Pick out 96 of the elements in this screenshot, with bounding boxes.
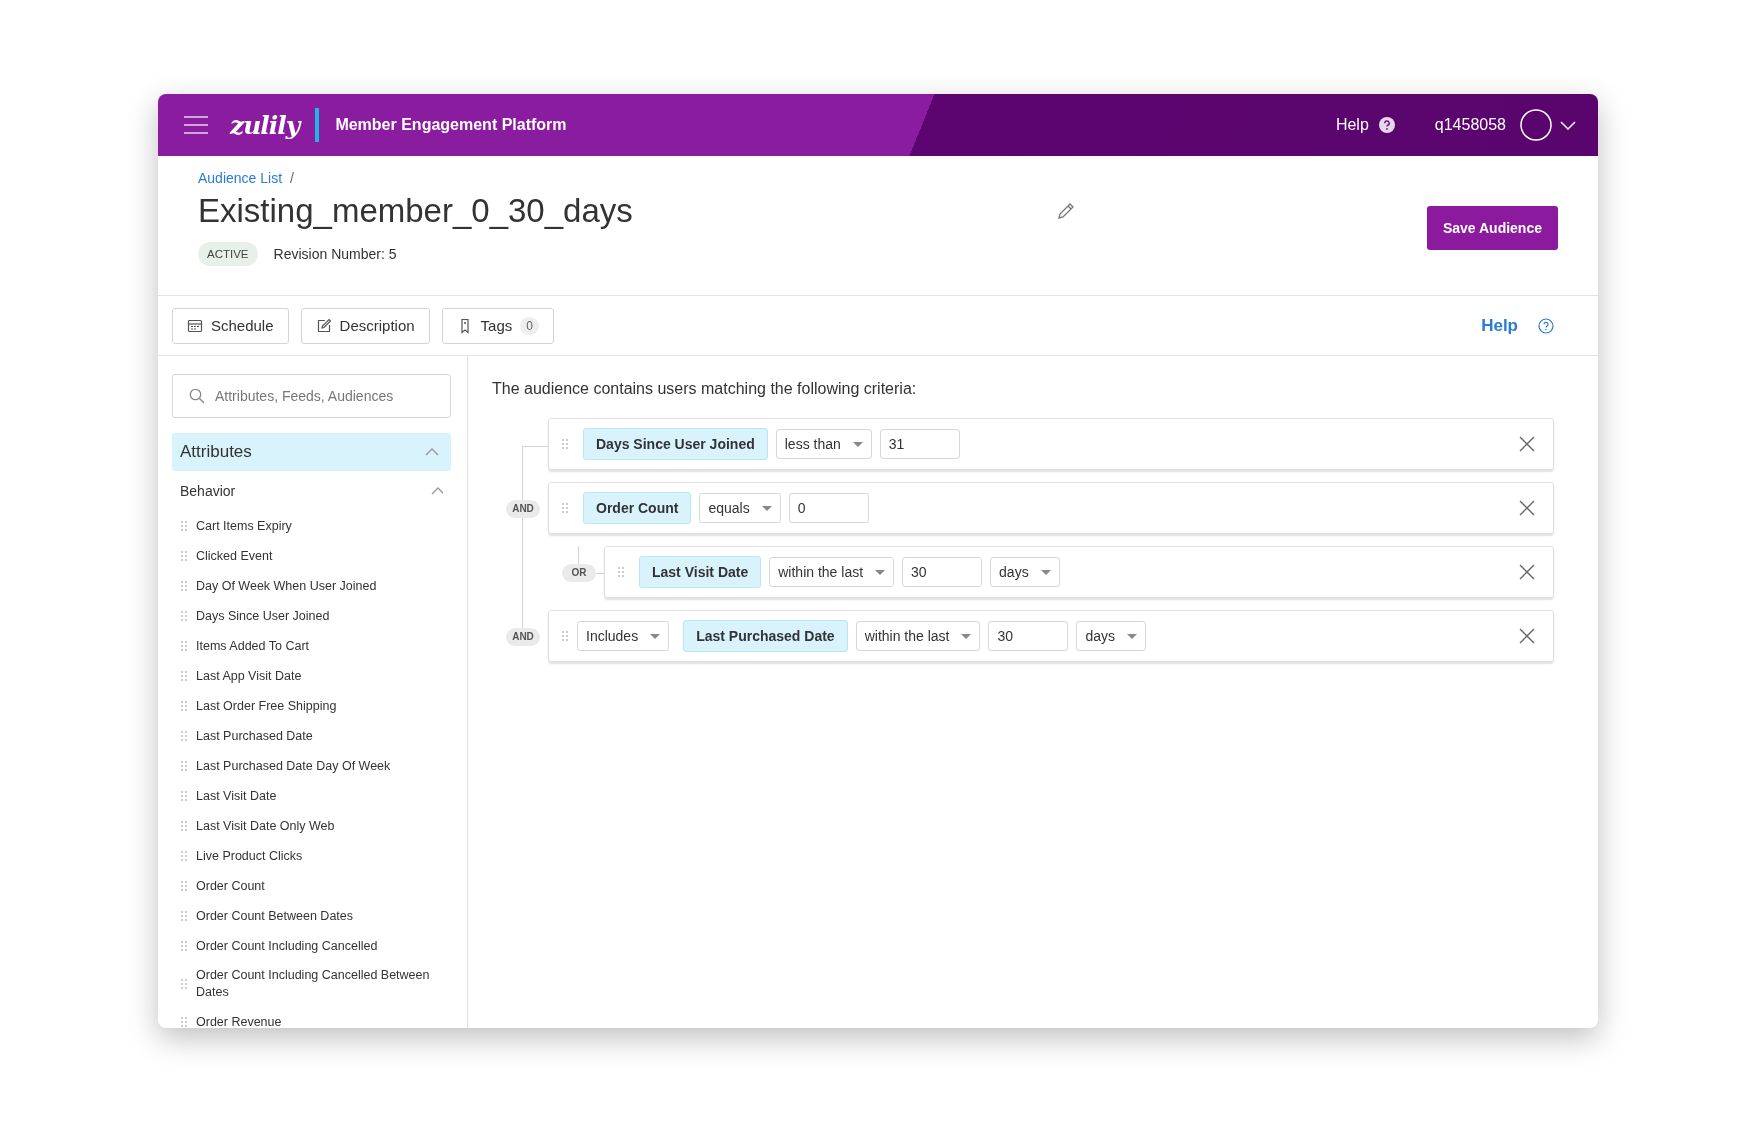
- drag-handle-icon: [180, 790, 188, 802]
- attribute-chip: Last Purchased Date: [683, 620, 848, 652]
- calendar-icon: [187, 317, 203, 334]
- drag-handle-icon: [180, 940, 188, 952]
- attribute-item[interactable]: Last Purchased Date Day Of Week: [196, 757, 391, 775]
- attribute-item[interactable]: Order Count Including Cancelled Between Dates: [196, 967, 443, 1001]
- drag-handle-icon: [180, 670, 188, 682]
- toolbar-button[interactable]: Tags 0: [441, 307, 554, 344]
- username: q1458058: [1434, 116, 1506, 134]
- drag-handle-icon: [180, 910, 188, 922]
- attribute-item[interactable]: Items Added To Cart: [196, 637, 310, 655]
- input-field[interactable]: 30: [902, 557, 983, 587]
- drag-handle-icon: [180, 978, 188, 990]
- criteria-description: The audience contains users matching the following criteria:: [492, 380, 918, 398]
- pencil-icon[interactable]: [1056, 201, 1076, 221]
- attribute-item[interactable]: Cart Items Expiry: [196, 517, 292, 535]
- caret-icon: [875, 569, 886, 575]
- attribute-item[interactable]: Last Visit Date: [196, 787, 277, 805]
- dropdown[interactable]: less than: [775, 429, 872, 459]
- close-icon[interactable]: [1519, 436, 1535, 452]
- drag-handle-icon: [180, 520, 188, 532]
- caret-icon: [852, 441, 863, 447]
- attribute-chip: Days Since User Joined: [583, 428, 768, 460]
- attribute-chip: Last Visit Date: [639, 556, 762, 588]
- drag-handle-icon: [180, 850, 188, 862]
- dropdown[interactable]: within the last: [769, 557, 895, 587]
- attribute-item[interactable]: Last Purchased Date: [196, 727, 313, 745]
- status-badge: ACTIVE: [198, 242, 258, 266]
- app-title: Member Engagement Platform: [335, 116, 567, 134]
- avatar-icon[interactable]: [1520, 109, 1552, 141]
- revision-number: Revision Number: 5: [273, 246, 397, 262]
- dropdown[interactable]: equals: [699, 493, 781, 523]
- attribute-item[interactable]: Last Order Free Shipping: [196, 697, 337, 715]
- attribute-item[interactable]: Live Product Clicks: [196, 847, 303, 865]
- attribute-item[interactable]: Clicked Event: [196, 547, 273, 565]
- chevron-icon[interactable]: [1560, 120, 1576, 130]
- collapse-icon: [431, 487, 443, 495]
- drag-handle-icon: [180, 1016, 188, 1028]
- drag-handle-icon: [561, 630, 569, 642]
- attribute-item[interactable]: Order Count Including Cancelled: [196, 937, 378, 955]
- close-icon[interactable]: [1519, 564, 1535, 580]
- search-icon: [189, 388, 205, 404]
- count-badge: 0: [520, 316, 539, 335]
- drag-handle-icon: [180, 730, 188, 742]
- help-link[interactable]: Help: [1481, 315, 1518, 336]
- drag-handle-icon: [180, 820, 188, 832]
- drag-handle-icon: [180, 580, 188, 592]
- drag-handle-icon: [180, 610, 188, 622]
- toolbar-button[interactable]: Schedule: [172, 307, 289, 344]
- logic-operator[interactable]: AND: [506, 500, 540, 518]
- save-button[interactable]: Save Audience: [1426, 206, 1558, 250]
- drag-handle-icon: [180, 880, 188, 892]
- attribute-item[interactable]: Order Count: [196, 877, 265, 895]
- section-header[interactable]: Attributes: [172, 433, 451, 471]
- dropdown[interactable]: days: [990, 557, 1061, 587]
- attribute-item[interactable]: Order Revenue: [196, 1013, 282, 1028]
- caret-icon: [761, 505, 772, 511]
- drag-handle-icon: [180, 640, 188, 652]
- caret-icon: [650, 633, 661, 639]
- logic-operator[interactable]: AND: [506, 628, 540, 646]
- logic-operator[interactable]: OR: [562, 564, 596, 582]
- attribute-item[interactable]: Last Visit Date Only Web: [196, 817, 335, 835]
- caret-icon: [1127, 633, 1138, 639]
- help-link[interactable]: Help: [1335, 116, 1369, 134]
- toolbar-button[interactable]: Description: [300, 307, 430, 344]
- audience-title: Existing_member_0_30_days: [198, 192, 633, 230]
- attribute-item[interactable]: Order Count Between Dates: [196, 907, 354, 925]
- caret-icon: [961, 633, 972, 639]
- input-field[interactable]: 31: [879, 429, 960, 459]
- attribute-chip: Order Count: [583, 492, 692, 524]
- dropdown[interactable]: Includes: [577, 621, 670, 651]
- close-icon[interactable]: [1519, 500, 1535, 516]
- dropdown[interactable]: days: [1076, 621, 1147, 651]
- attribute-item[interactable]: Last App Visit Date: [196, 667, 302, 685]
- attribute-item[interactable]: Days Since User Joined: [196, 607, 330, 625]
- input-field[interactable]: 30: [988, 621, 1069, 651]
- drag-handle-icon: [561, 502, 569, 514]
- drag-handle-icon: [561, 438, 569, 450]
- breadcrumb-link[interactable]: Audience List: [198, 170, 283, 186]
- drag-handle-icon: [180, 760, 188, 772]
- search-field[interactable]: Attributes, Feeds, Audiences: [172, 374, 451, 418]
- drag-handle-icon: [180, 550, 188, 562]
- attribute-item[interactable]: Day Of Week When User Joined: [196, 577, 377, 595]
- drag-handle-icon: [617, 566, 625, 578]
- menu-icon[interactable]: [184, 116, 208, 134]
- breadcrumb-separator: /: [290, 170, 294, 186]
- drag-handle-icon: [180, 700, 188, 712]
- help-icon[interactable]: [1538, 317, 1554, 334]
- input-field[interactable]: 0: [788, 493, 869, 523]
- close-icon[interactable]: [1519, 628, 1535, 644]
- group-header[interactable]: Behavior: [172, 471, 451, 511]
- dropdown[interactable]: within the last: [855, 621, 981, 651]
- caret-icon: [1041, 569, 1052, 575]
- edit-icon: [315, 317, 332, 334]
- logo: zulily: [230, 110, 300, 140]
- question-icon: [1378, 117, 1395, 133]
